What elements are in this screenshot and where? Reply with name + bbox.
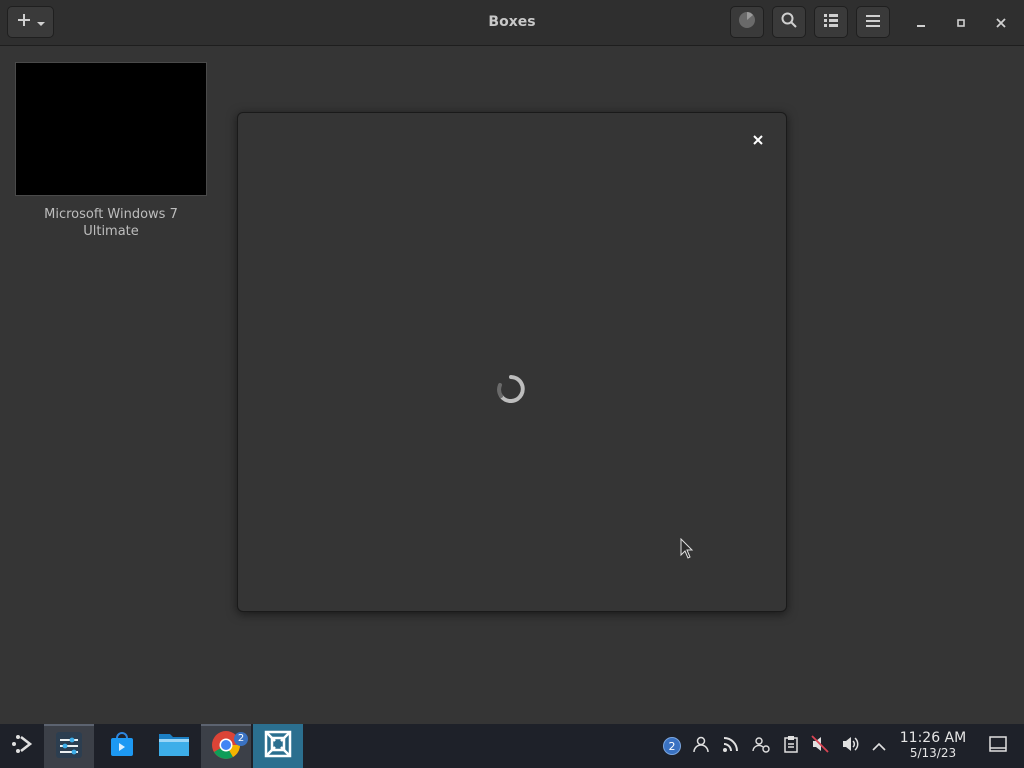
tray-clipboard-button[interactable] xyxy=(781,736,801,756)
machine-name[interactable]: Microsoft Windows 7 Ultimate xyxy=(15,206,207,240)
close-icon xyxy=(753,130,763,149)
taskbar-chrome[interactable]: 2 xyxy=(201,724,251,768)
boxes-window: Boxes Microsoft Windows 7 Ultimate xyxy=(0,0,1024,724)
new-machine-button[interactable] xyxy=(7,6,54,38)
taskbar-file-manager[interactable] xyxy=(149,724,199,768)
discover-store-icon xyxy=(108,730,136,762)
menu-icon xyxy=(865,13,881,32)
search-button[interactable] xyxy=(772,6,806,38)
list-view-icon xyxy=(823,12,839,32)
search-icon xyxy=(781,12,797,32)
notification-count-icon: 2 xyxy=(663,737,681,755)
maximize-icon xyxy=(956,13,966,32)
user-switch-icon xyxy=(752,735,770,757)
loading-spinner xyxy=(496,374,526,404)
application-launcher-button[interactable] xyxy=(0,724,44,768)
minimize-icon xyxy=(916,13,926,32)
clipboard-icon xyxy=(783,735,799,757)
taskbar: 2 2 xyxy=(0,724,1024,768)
tray-expand-button[interactable] xyxy=(869,736,889,756)
boxes-icon xyxy=(263,729,293,763)
clock-time: 11:26 AM xyxy=(899,730,967,746)
tray-microphone-muted-button[interactable] xyxy=(810,735,830,757)
system-settings-icon xyxy=(55,731,83,763)
close-button[interactable] xyxy=(987,8,1015,36)
taskbar-system-settings[interactable] xyxy=(44,724,94,768)
loading-dialog xyxy=(237,112,787,612)
main-menu-button[interactable] xyxy=(856,6,890,38)
app-launcher-icon xyxy=(10,733,34,759)
tray-user-button[interactable] xyxy=(691,736,711,756)
file-manager-icon xyxy=(158,730,190,762)
machine-name-line1: Microsoft Windows 7 xyxy=(44,207,178,222)
tray-volume-button[interactable] xyxy=(841,736,861,756)
user-icon xyxy=(692,735,710,757)
mouse-cursor-icon xyxy=(680,537,694,564)
notifications-badge[interactable]: 2 xyxy=(662,736,682,756)
close-icon xyxy=(996,13,1006,32)
volume-icon xyxy=(842,735,860,757)
show-desktop-button[interactable] xyxy=(988,736,1008,756)
feed-icon xyxy=(722,735,740,757)
chevron-up-icon xyxy=(872,737,886,756)
clock-date: 5/13/23 xyxy=(909,746,957,760)
activity-button[interactable] xyxy=(730,6,764,38)
minimize-button[interactable] xyxy=(907,8,935,36)
chevron-down-icon xyxy=(36,13,46,32)
audio-muted-icon xyxy=(811,735,829,757)
taskbar-boxes[interactable] xyxy=(253,724,303,768)
header-bar: Boxes xyxy=(0,0,1024,46)
activity-icon xyxy=(738,11,756,33)
show-desktop-icon xyxy=(989,736,1007,756)
digital-clock[interactable]: 11:26 AM 5/13/23 xyxy=(893,731,973,761)
dialog-close-button[interactable] xyxy=(746,127,770,151)
maximize-button[interactable] xyxy=(947,8,975,36)
tray-user-switch-button[interactable] xyxy=(751,736,771,756)
plus-icon xyxy=(16,12,32,32)
machine-name-line2: Ultimate xyxy=(83,224,139,239)
taskbar-discover[interactable] xyxy=(97,724,147,768)
list-view-button[interactable] xyxy=(814,6,848,38)
machine-thumbnail[interactable] xyxy=(15,62,207,196)
chrome-window-count-badge: 2 xyxy=(234,732,248,746)
tray-feed-button[interactable] xyxy=(721,736,741,756)
